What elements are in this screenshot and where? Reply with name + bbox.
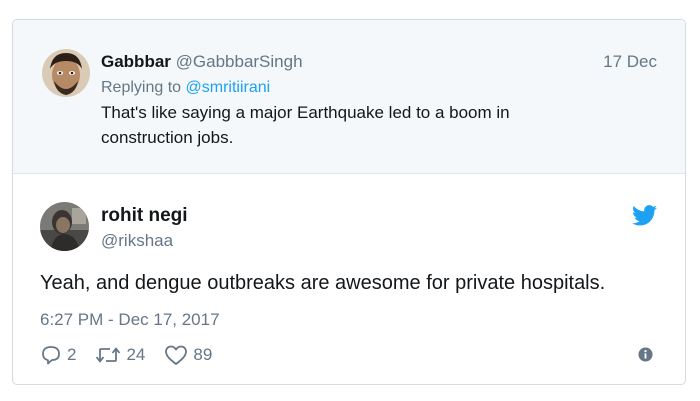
replying-handle-link[interactable]: @smritiirani (186, 79, 271, 96)
reply-count: 2 (67, 345, 77, 364)
parent-author[interactable]: Gabbbar @GabbbarSingh (101, 52, 303, 72)
retweet-count: 24 (126, 345, 146, 364)
heart-icon (165, 345, 188, 365)
reply-icon (42, 346, 60, 365)
retweet-icon (96, 347, 121, 363)
parent-tweet-text: That's like saying a major Earthquake le… (101, 103, 510, 147)
author-handle[interactable]: @rikshaa (101, 231, 173, 251)
info-icon[interactable] (638, 347, 653, 362)
twitter-bird-icon[interactable] (632, 205, 657, 226)
like-count: 89 (193, 345, 213, 364)
reply-button[interactable]: 2 (40, 345, 76, 365)
parent-display-name[interactable]: Gabbbar (101, 52, 171, 71)
tweet-text: Yeah, and dengue outbreaks are awesome f… (40, 272, 606, 294)
avatar[interactable] (40, 202, 89, 251)
replying-prefix: Replying to (101, 79, 182, 96)
like-button[interactable]: 89 (164, 345, 212, 366)
parent-date[interactable]: 17 Dec (603, 52, 657, 72)
retweet-button[interactable]: 24 (95, 345, 145, 365)
tweet-actions: 2 24 89 (40, 344, 231, 366)
author-display-name[interactable]: rohit negi (101, 205, 188, 227)
tweet-embed-card: Gabbbar @GabbbarSingh 17 Dec Replying to… (12, 19, 686, 385)
avatar[interactable] (42, 49, 90, 97)
replying-to: Replying to @smritiirani (101, 79, 270, 97)
parent-tweet[interactable]: Gabbbar @GabbbarSingh 17 Dec Replying to… (13, 20, 685, 174)
tweet-timestamp[interactable]: 6:27 PM - Dec 17, 2017 (40, 310, 220, 330)
parent-handle[interactable]: @GabbbarSingh (176, 52, 303, 71)
